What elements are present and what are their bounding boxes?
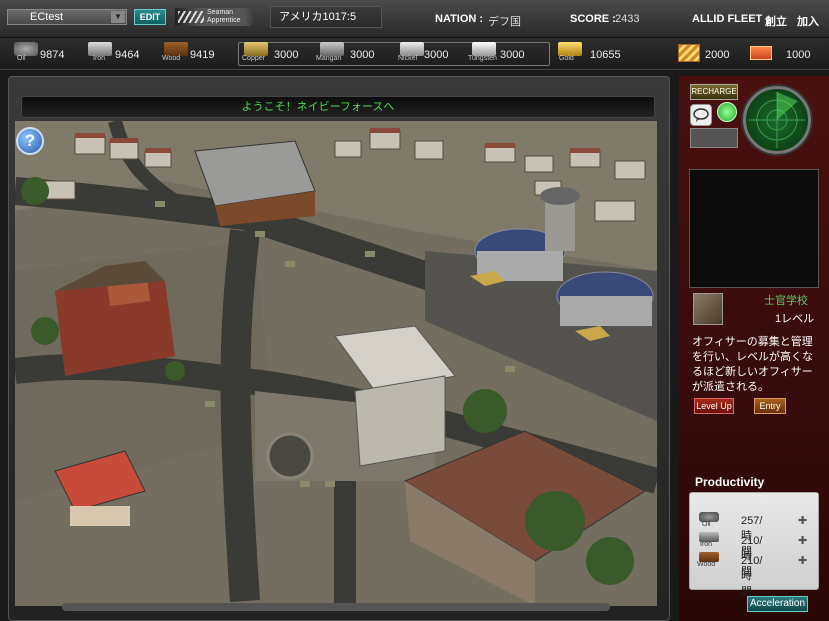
fleet-join-link[interactable]: 加入 — [797, 13, 819, 29]
score-label: SCORE : — [570, 13, 616, 25]
building-preview — [689, 169, 819, 288]
currency-medal: 2000 — [678, 38, 738, 70]
resource-mangan: Mangan 3000 — [316, 38, 378, 70]
mangan-value: 3000 — [350, 49, 375, 61]
gold-value: 10655 — [590, 49, 621, 61]
iron-value: 9464 — [115, 49, 140, 61]
chat-bubble-icon — [693, 108, 709, 122]
plus-icon[interactable]: ✚ — [798, 514, 807, 527]
resource-iron: Iron 9464 — [88, 38, 148, 70]
player-name: ECtest — [30, 11, 64, 23]
welcome-banner: ようこそ！ネイビーフォースへ — [21, 96, 655, 118]
nickel-ingot-icon — [400, 42, 424, 56]
help-icon[interactable]: ? — [16, 127, 44, 155]
rank-badge: Seaman Apprentice — [175, 8, 257, 26]
tungsten-value: 3000 — [500, 49, 525, 61]
score-value: 2433 — [615, 13, 640, 25]
building-description: オフィサーの募集と管理を行い、レベルが高くなるほど新しいオフィサーが派遣される。 — [692, 336, 813, 393]
chat-icon[interactable] — [690, 104, 712, 126]
radar-sweep-icon — [749, 92, 805, 148]
resource-bar: Oil 9874 Iron 9464 Wood 9419 Copper 3000… — [0, 38, 829, 70]
building-thumbnail — [693, 293, 723, 325]
edit-button[interactable]: EDIT — [134, 9, 166, 25]
resource-oil: Oil 9874 — [12, 38, 72, 70]
copper-value: 3000 — [274, 49, 299, 61]
mangan-ingot-icon — [320, 42, 344, 56]
fleet-create-link[interactable]: 創立 — [765, 13, 787, 29]
medal-icon — [678, 44, 700, 62]
nation-label: NATION : — [435, 13, 484, 25]
currency-ticket: 1000 — [750, 38, 820, 70]
map-scrollbar[interactable] — [62, 603, 610, 611]
fleet-label: ALLID FLEET : — [692, 13, 769, 25]
gold-ingot-icon — [558, 42, 582, 56]
wood-log-icon — [164, 42, 188, 56]
entry-button[interactable]: Entry — [754, 398, 786, 414]
ticket-value: 1000 — [786, 49, 811, 61]
location-display[interactable]: アメリカ1017:5 — [270, 6, 382, 28]
ticket-icon — [750, 46, 772, 60]
mail-icon[interactable] — [690, 128, 738, 148]
oil-value: 9874 — [40, 49, 65, 61]
nation-value: デフ国 — [488, 16, 521, 28]
online-status-button[interactable] — [717, 102, 737, 122]
top-bar: ECtest ▼ EDIT Seaman Apprentice アメリカ1017… — [0, 0, 829, 38]
resource-wood: Wood 9419 — [160, 38, 220, 70]
rank-line1: Seaman — [207, 9, 234, 16]
plus-icon[interactable]: ✚ — [798, 554, 807, 567]
plus-icon[interactable]: ✚ — [798, 534, 807, 547]
resource-nickel: Nickel 3000 — [396, 38, 456, 70]
resource-gold: Gold 10655 — [556, 38, 626, 70]
acceleration-button[interactable]: Acceleration — [747, 596, 808, 612]
resource-tungsten: Tungsten 3000 — [468, 38, 548, 70]
level-up-button[interactable]: Level Up — [694, 398, 734, 414]
wood-productivity: 210/時間 — [741, 555, 763, 598]
building-name: 士官学校 — [764, 295, 808, 307]
rank-line2: Apprentice — [207, 17, 241, 24]
resource-copper: Copper 3000 — [240, 38, 302, 70]
base-map[interactable] — [15, 121, 657, 606]
chevron-down-icon[interactable]: ▼ — [111, 11, 125, 23]
productivity-title: Productivity — [695, 475, 765, 489]
recharge-button[interactable]: RECHARGE — [690, 84, 738, 100]
tungsten-ingot-icon — [472, 42, 496, 56]
rank-stripes-icon — [178, 11, 204, 23]
copper-ingot-icon — [244, 42, 268, 56]
iron-ingot-icon — [88, 42, 112, 56]
base-map-scene — [15, 121, 657, 606]
building-level: 1レベル — [775, 313, 815, 325]
medal-value: 2000 — [705, 49, 730, 61]
oil-barrel-icon — [14, 42, 38, 56]
radar-icon[interactable] — [743, 86, 811, 154]
nickel-value: 3000 — [424, 49, 449, 61]
player-name-select[interactable]: ECtest ▼ — [7, 9, 127, 25]
wood-value: 9419 — [190, 49, 215, 61]
